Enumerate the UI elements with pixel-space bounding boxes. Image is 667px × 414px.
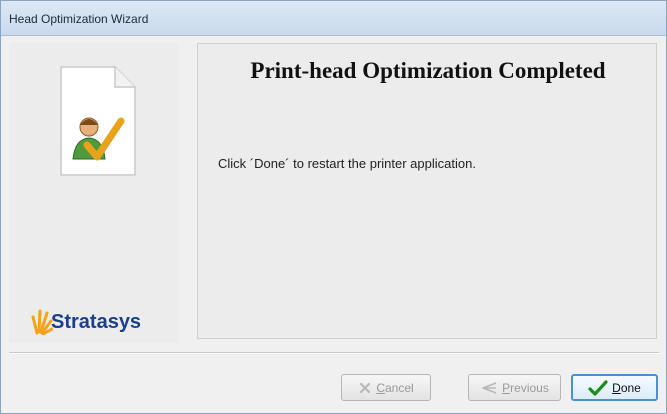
checkmark-icon [588,379,608,396]
done-label: Done [612,380,641,395]
footer-divider [9,352,659,354]
side-panel: Stratasys [9,43,179,343]
cancel-button[interactable]: Cancel [341,374,431,401]
previous-button[interactable]: Previous [468,374,561,401]
page-title: Print-head Optimization Completed [250,58,606,83]
brand-name: Stratasys [51,311,142,333]
cancel-label: Cancel [376,380,414,395]
back-arrow-icon [482,381,497,394]
instruction-text: Click ´Done´ to restart the printer appl… [218,156,476,171]
window-title: Head Optimization Wizard [9,12,149,26]
document-user-check-icon [57,65,137,182]
stratasys-logo-icon [31,307,54,340]
done-button[interactable]: Done [571,374,658,401]
close-icon [360,382,371,393]
wizard-window: Head Optimization Wizard Stratasys Print… [0,0,667,414]
title-bar[interactable]: Head Optimization Wizard [1,1,666,36]
content-panel: Print-head Optimization Completed Click … [197,43,657,339]
previous-label: Previous [502,380,549,395]
